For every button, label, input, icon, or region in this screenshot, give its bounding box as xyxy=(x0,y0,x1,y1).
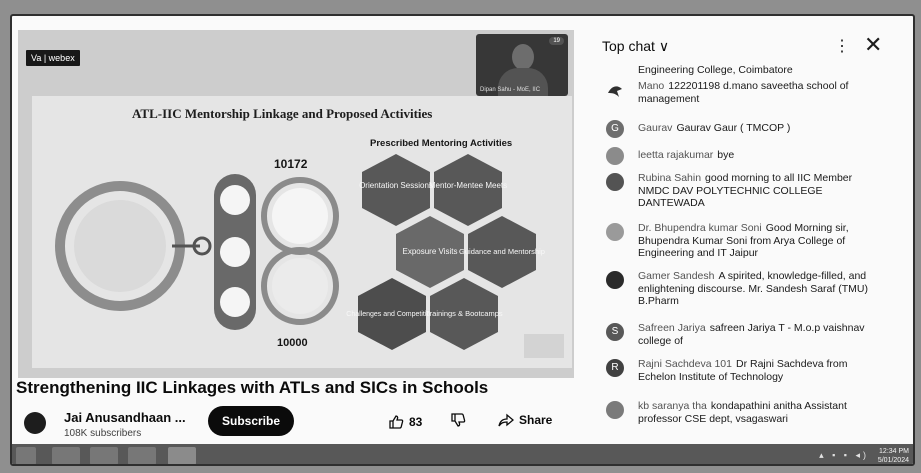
chat-text: bye xyxy=(717,149,735,161)
chat-text: 122201198 d.mano saveetha school of mana… xyxy=(638,80,849,105)
system-tray[interactable]: ▴ ▪ ▪ ◂) xyxy=(819,450,869,461)
hexagon-guidance: Guidance and Mentorship xyxy=(459,216,545,288)
avatar xyxy=(606,401,624,419)
chat-header: Top chat ∨ ⋮ ✕ xyxy=(602,32,912,60)
clock-date: 5/01/2024 xyxy=(877,457,909,464)
channel-avatar[interactable] xyxy=(24,412,46,434)
share-icon xyxy=(498,413,514,427)
chat-text: Gaurav Gaur ( TMCOP ) xyxy=(676,122,791,134)
participant-name: Dipan Sahu - MoE, IIC xyxy=(480,87,541,93)
taskbar: ▴ ▪ ▪ ◂) 12:34 PM 5/01/2024 xyxy=(12,444,913,464)
screen: Va | webex 19 Dipan Sahu - MoE, IIC ATL-… xyxy=(10,14,915,466)
idea-icon xyxy=(220,185,250,215)
avatar xyxy=(606,147,624,165)
activity-label: Orientation Sessions xyxy=(359,181,433,190)
avatar: R xyxy=(606,359,624,377)
taskbar-media-icon[interactable] xyxy=(128,447,156,464)
dislike-button[interactable] xyxy=(450,412,466,433)
avatar: G xyxy=(606,120,624,138)
participant-head xyxy=(512,44,534,70)
thumbs-up-icon xyxy=(389,415,404,429)
chat-author: Mano xyxy=(638,80,665,92)
chat-title-label: Top chat xyxy=(602,38,655,54)
taskbar-clock[interactable]: 12:34 PM 5/01/2024 xyxy=(877,447,909,464)
activity-label: Guidance and Mentorship xyxy=(459,247,545,256)
subscribe-button[interactable]: Subscribe xyxy=(208,406,294,436)
activity-label: Exposure Visits xyxy=(403,247,458,256)
hexagon-orientation: Orientation Sessions xyxy=(359,154,433,226)
avatar: S xyxy=(606,323,624,341)
avatar xyxy=(606,223,624,241)
hexagon-mentor-meets: Mentor-Mentee Meets xyxy=(429,154,507,226)
channel-row: Jai Anusandhaan ... 108K subscribers Sub… xyxy=(20,406,580,446)
chat-message-list[interactable]: Engineering College, Coimbatore Mano 1222… xyxy=(602,64,902,436)
thumbs-down-icon xyxy=(451,413,466,427)
video-player[interactable]: Va | webex 19 Dipan Sahu - MoE, IIC ATL-… xyxy=(18,30,574,378)
chat-text: Engineering College, Coimbatore xyxy=(638,64,793,76)
activities-heading: Prescribed Mentoring Activities xyxy=(370,138,512,149)
atl-logo xyxy=(272,258,328,314)
channel-name[interactable]: Jai Anusandhaan ... xyxy=(64,410,186,425)
webex-badge: Va | webex xyxy=(26,50,80,66)
share-label: Share xyxy=(519,413,553,427)
hexagon-exposure: Exposure Visits xyxy=(396,216,464,288)
activity-label: Trainings & Bootcamps xyxy=(425,309,503,318)
taskbar-chrome-icon[interactable] xyxy=(168,447,196,464)
avatar xyxy=(606,271,624,289)
chat-mode-dropdown[interactable]: Top chat ∨ xyxy=(602,38,669,55)
like-button[interactable]: 83 xyxy=(388,412,422,432)
chat-author: Dr. Bhupendra kumar Soni xyxy=(638,222,762,234)
chevron-down-icon: ∨ xyxy=(658,38,670,54)
bird-avatar-icon xyxy=(608,86,622,97)
clock-time: 12:34 PM xyxy=(879,448,909,455)
count-top: 10172 xyxy=(274,157,308,171)
chat-author: Gamer Sandesh xyxy=(638,270,715,282)
share-button[interactable]: Share xyxy=(498,412,552,428)
participant-count: 19 xyxy=(549,37,564,45)
close-icon[interactable]: ✕ xyxy=(864,32,882,58)
count-bottom: 10000 xyxy=(277,337,308,349)
chat-author: Safreen Jariya xyxy=(638,322,706,334)
hexagon-trainings: Trainings & Bootcamps xyxy=(425,278,503,350)
school-council-logo xyxy=(272,188,328,244)
activity-label: Mentor-Mentee Meets xyxy=(429,181,507,190)
more-options-icon[interactable]: ⋮ xyxy=(834,36,850,56)
slide-diagram: 10172 10000 Prescribed Mentoring Activit… xyxy=(55,138,564,358)
slide-footer-logo xyxy=(524,334,564,358)
chat-author: leetta rajakumar xyxy=(638,149,714,161)
chat-author: Gaurav xyxy=(638,122,673,134)
chat-author: Rubina Sahin xyxy=(638,172,702,184)
council-logo xyxy=(74,200,166,292)
avatar xyxy=(606,81,624,99)
presentation-slide: ATL-IIC Mentorship Linkage and Proposed … xyxy=(32,96,572,368)
mentor-icon xyxy=(220,237,250,267)
like-count: 83 xyxy=(409,415,423,429)
chat-author: kb saranya tha xyxy=(638,400,707,412)
participant-thumbnail: 19 Dipan Sahu - MoE, IIC xyxy=(476,34,568,96)
video-title: Strengthening IIC Linkages with ATLs and… xyxy=(16,378,489,397)
start-button[interactable] xyxy=(16,447,36,464)
taskbar-browser-icon[interactable] xyxy=(90,447,118,464)
subscriber-count: 108K subscribers xyxy=(64,428,142,439)
team-icon xyxy=(220,287,250,317)
chat-author: Rajni Sachdeva 101 xyxy=(638,358,732,370)
taskbar-folder-icon[interactable] xyxy=(52,447,80,464)
avatar xyxy=(606,173,624,191)
